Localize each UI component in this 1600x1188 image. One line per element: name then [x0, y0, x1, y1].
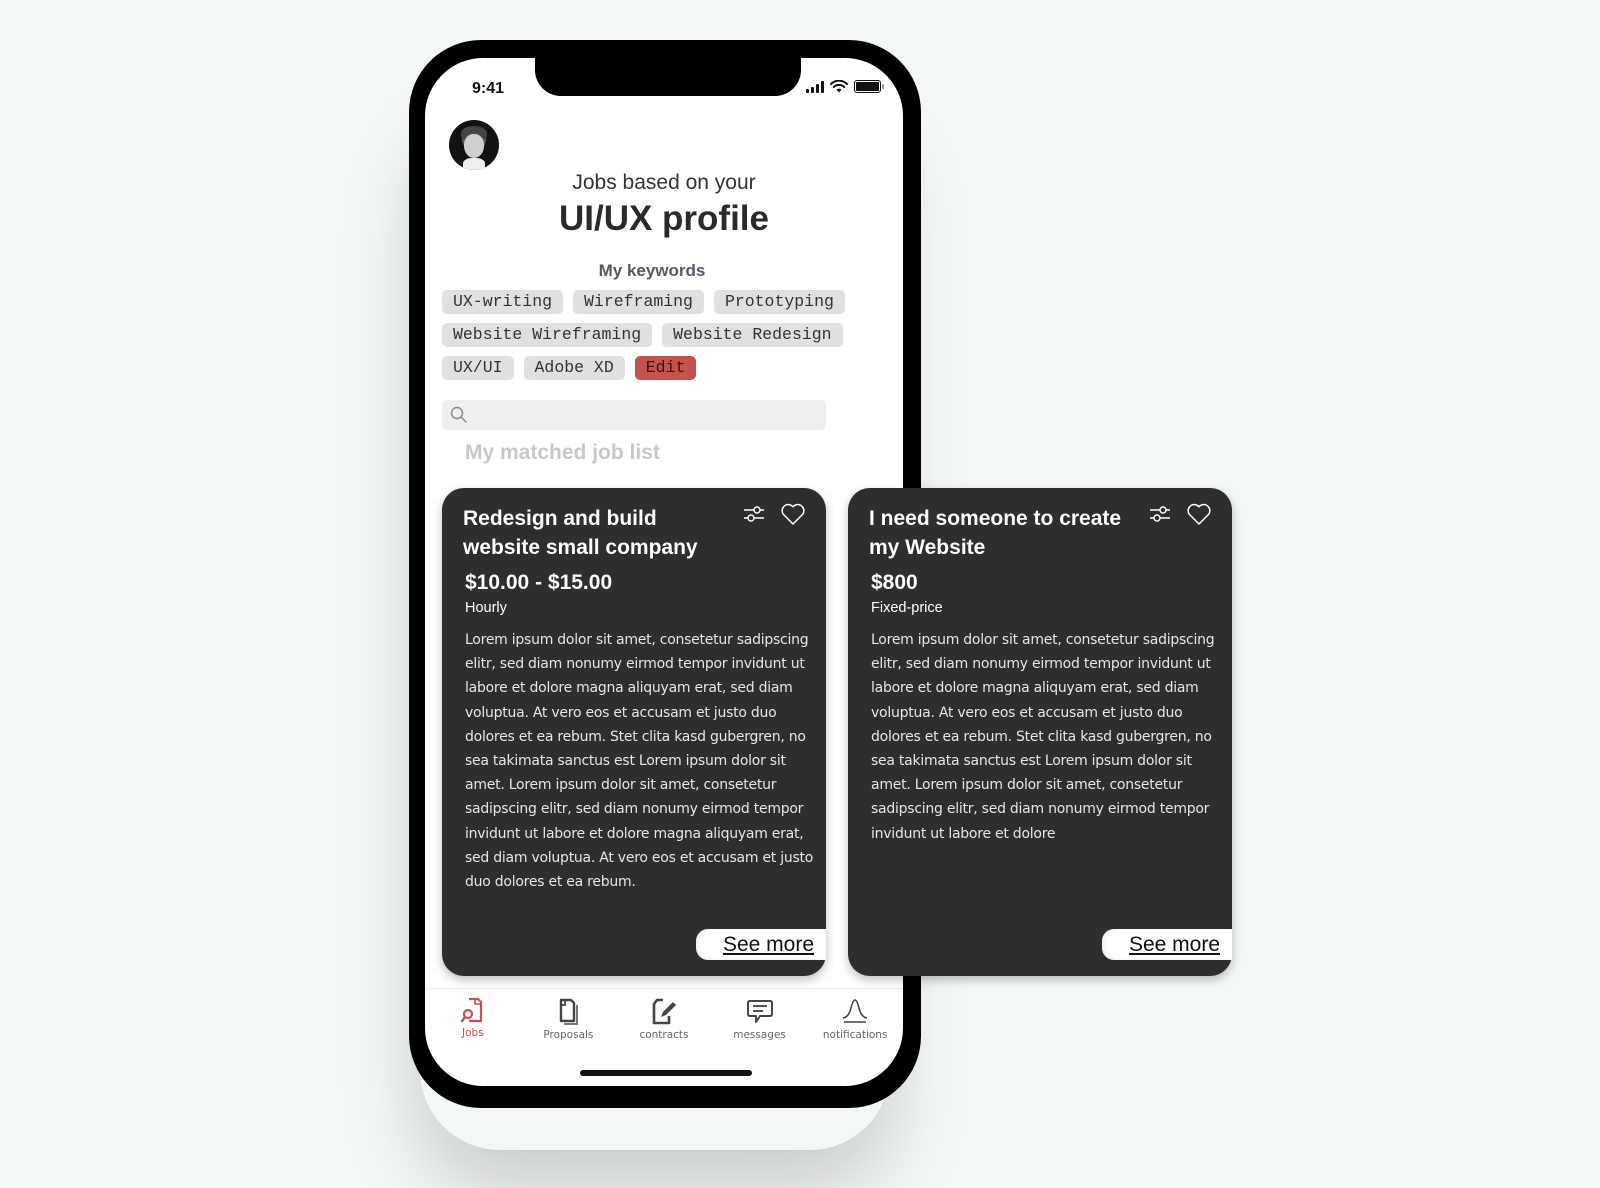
search-icon	[450, 406, 467, 423]
job-list-heading: My matched job list	[465, 441, 660, 464]
profile-avatar[interactable]	[449, 120, 499, 170]
job-description: Lorem ipsum dolor sit amet, consetetur s…	[871, 632, 1215, 842]
tab-bar: Jobs Proposals contracts messages notifi…	[425, 996, 903, 1041]
keyword-chip[interactable]: UX/UI	[442, 356, 514, 380]
wifi-icon	[830, 80, 848, 93]
job-price: $800	[871, 571, 918, 594]
home-indicator[interactable]	[580, 1070, 752, 1076]
tab-jobs[interactable]: Jobs	[425, 996, 521, 1041]
filter-sliders-icon[interactable]	[742, 503, 766, 525]
proposals-icon	[560, 998, 579, 1025]
tab-label: contracts	[639, 1029, 689, 1041]
notifications-icon	[842, 999, 868, 1023]
battery-icon	[854, 80, 884, 93]
tab-messages[interactable]: messages	[712, 996, 808, 1041]
keywords-list: UX-writing Wireframing Prototyping Websi…	[442, 290, 862, 380]
keyword-chip[interactable]: UX-writing	[442, 290, 564, 314]
job-description: Lorem ipsum dolor sit amet, consetetur s…	[465, 632, 814, 891]
tab-notifications[interactable]: notifications	[807, 996, 903, 1041]
heart-icon[interactable]	[780, 502, 806, 526]
job-title: I need someone to create my Website	[869, 507, 1122, 559]
filter-sliders-icon[interactable]	[1148, 503, 1172, 525]
job-price: $10.00 - $15.00	[465, 571, 613, 594]
status-time: 9:41	[472, 80, 505, 97]
edit-keywords-button[interactable]: Edit	[634, 356, 697, 380]
heart-icon[interactable]	[1186, 502, 1212, 526]
see-more-button[interactable]: See more	[696, 929, 826, 960]
search-bar[interactable]	[442, 400, 826, 430]
tab-label: messages	[733, 1029, 786, 1041]
tab-contracts[interactable]: contracts	[616, 996, 712, 1041]
page-title: UI/UX profile	[558, 199, 770, 238]
job-title: Redesign and build website small company	[463, 507, 698, 559]
page-subtitle: Jobs based on your	[572, 171, 756, 194]
contracts-icon	[652, 998, 676, 1025]
tab-proposals[interactable]: Proposals	[521, 996, 617, 1041]
tab-label: Proposals	[543, 1029, 594, 1041]
notch	[535, 58, 801, 96]
status-icons	[806, 80, 884, 93]
search-input[interactable]	[474, 400, 814, 430]
job-price-type: Hourly	[465, 600, 507, 616]
job-card[interactable]: Redesign and build website small company…	[442, 488, 826, 976]
messages-icon	[746, 1000, 773, 1023]
keywords-heading: My keywords	[598, 261, 706, 280]
keyword-chip[interactable]: Website Redesign	[662, 323, 843, 347]
keyword-chip[interactable]: Website Wireframing	[442, 323, 653, 347]
keyword-chip[interactable]: Adobe XD	[523, 356, 625, 380]
tab-label: Jobs	[461, 1027, 484, 1039]
keyword-chip[interactable]: Wireframing	[573, 290, 704, 314]
tab-label: notifications	[822, 1029, 888, 1041]
signal-icon	[806, 80, 824, 93]
job-price-type: Fixed-price	[871, 600, 943, 616]
tab-bar-divider	[425, 988, 903, 989]
keyword-chip[interactable]: Prototyping	[713, 290, 845, 314]
see-more-button[interactable]: See more	[1102, 929, 1232, 960]
job-card[interactable]: I need someone to create my Website $800…	[848, 488, 1232, 976]
jobs-icon	[460, 997, 482, 1023]
